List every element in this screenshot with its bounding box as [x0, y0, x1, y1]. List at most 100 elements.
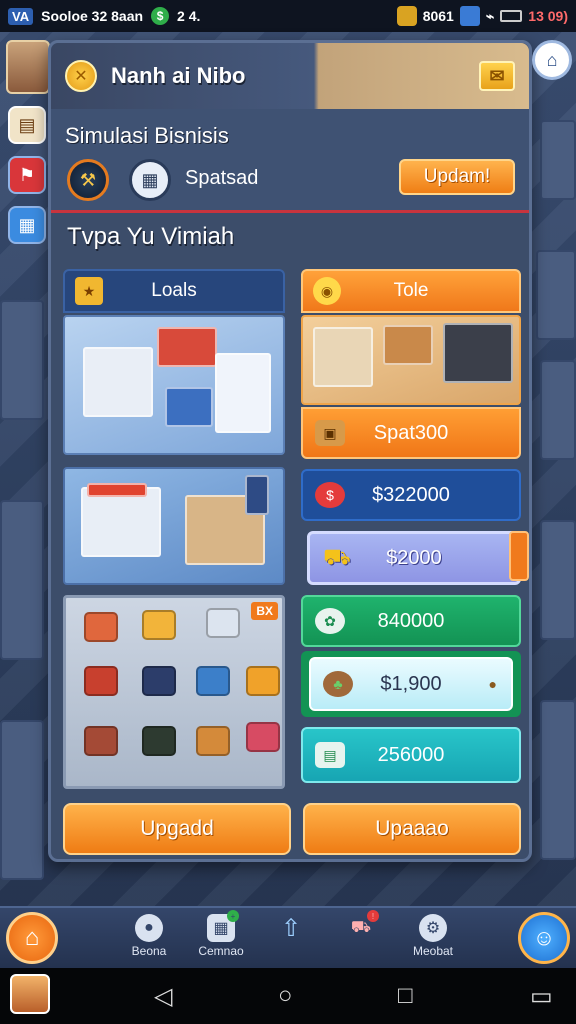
background-building — [540, 520, 576, 640]
market-scene-image[interactable] — [63, 467, 285, 585]
back-icon[interactable]: ◁ — [154, 982, 172, 1011]
store-icon: ▤ — [18, 114, 36, 135]
upgrade-button-left[interactable]: Upgadd — [63, 803, 291, 855]
network-icon — [459, 6, 480, 26]
nav-label: Beona — [131, 944, 167, 958]
price-row-6[interactable]: ▤ 256000 — [301, 727, 521, 783]
battery-icon — [500, 10, 523, 22]
coin-icon: ✕ — [65, 60, 97, 92]
home-shortcut-button[interactable]: ⌂ — [532, 40, 572, 80]
price-value: 840000 — [377, 609, 445, 632]
bag-icon: ● — [488, 676, 497, 692]
bx-badge: BX — [251, 602, 278, 620]
status-counter: 2 4. — [177, 8, 201, 24]
price-value: $322000 — [372, 483, 450, 506]
nav-item-upgrade[interactable]: ⇧ — [256, 914, 326, 944]
billboard — [245, 475, 269, 515]
background-building — [540, 700, 576, 860]
cart-tile[interactable] — [142, 726, 176, 756]
map-side-button[interactable]: ▦ — [8, 206, 46, 244]
status-text: Sooloe 32 8aan — [41, 8, 144, 24]
alert-side-button[interactable]: ⚑ — [8, 156, 46, 194]
tole-label: Tole — [393, 280, 429, 301]
gift-icon: ✿ — [315, 608, 345, 634]
calculator-icon[interactable]: ▦ — [129, 159, 171, 201]
truck-tile[interactable] — [142, 610, 176, 640]
notification-dot: + — [227, 910, 239, 922]
interior-scene-image[interactable] — [301, 315, 521, 405]
player-avatar[interactable] — [6, 40, 50, 94]
nav-item-shop[interactable]: ⛟! — [326, 910, 396, 944]
home-button[interactable]: ⌂ — [6, 912, 58, 964]
store-building — [215, 353, 271, 433]
ticket-icon: $ — [315, 482, 345, 508]
app-icon[interactable] — [10, 974, 50, 1014]
background-building — [536, 250, 576, 340]
flag-icon: ⚑ — [18, 164, 36, 185]
status-bar: VA Sooloe 32 8aan $ 2 4. 8061 ⌁ 13 09) — [0, 0, 576, 32]
shelf-unit — [313, 327, 373, 387]
profile-button[interactable]: ☺ — [518, 912, 570, 964]
background-building — [0, 720, 44, 880]
signal-icon: ⌁ — [485, 7, 495, 24]
recents-icon[interactable]: □ — [398, 982, 413, 1010]
building-icon: ▦ — [18, 214, 36, 235]
nav-label: Cemnao — [198, 944, 244, 958]
tools-icon[interactable]: ⚒ — [67, 159, 109, 201]
price-row-4[interactable]: ✿ 840000 — [301, 595, 521, 647]
update-button[interactable]: Updam! — [399, 159, 515, 195]
shop-tile[interactable] — [84, 666, 118, 696]
arrow-up-icon: ⇧ — [280, 914, 302, 942]
price-value: 256000 — [377, 743, 445, 766]
system-nav-bar: ◁ ○ □ ▭ — [0, 968, 576, 1024]
status-right-text: 8061 — [422, 8, 454, 24]
left-sidebar: ▤ ⚑ ▦ — [6, 40, 50, 244]
counter-unit — [443, 323, 513, 383]
status-alert: 13 09) — [528, 8, 568, 24]
van-tile[interactable] — [142, 666, 176, 696]
store-window — [165, 387, 213, 427]
price-row-1[interactable]: ▣ Spat300 — [301, 407, 521, 459]
price-row-5[interactable]: ♣ $1,900 ● — [309, 657, 513, 711]
store-sign — [157, 327, 217, 367]
tower-tile[interactable] — [246, 722, 280, 752]
calculator-icon: ▦ + — [207, 910, 239, 942]
user-icon: ☺ — [532, 925, 556, 950]
gem-icon — [396, 6, 417, 26]
nav-item-cemnao[interactable]: ▦ + Cemnao — [186, 910, 256, 958]
section-title: Tvpa Yu Vimiah — [67, 223, 235, 250]
gear-icon: ⚙ — [419, 914, 447, 942]
coin-icon: ◉ — [313, 277, 341, 305]
store-tile[interactable] — [206, 608, 240, 638]
shop-tile[interactable] — [84, 612, 118, 642]
mail-button[interactable]: ✉ — [479, 61, 515, 91]
box-icon: ▣ — [315, 420, 345, 446]
shop-side-button[interactable]: ▤ — [8, 106, 46, 144]
kiosk-tile[interactable] — [84, 726, 118, 756]
menu-icon[interactable]: ▭ — [530, 982, 553, 1011]
market-stall — [81, 487, 161, 557]
van-tile[interactable] — [196, 726, 230, 756]
chat-icon: ● — [135, 914, 163, 942]
business-sub-label: Spatsad — [185, 167, 259, 189]
scroll-tab[interactable] — [509, 531, 529, 581]
van-tile[interactable] — [246, 666, 280, 696]
store-scene-image[interactable] — [63, 315, 285, 455]
cart-icon: ⛟ — [323, 543, 351, 569]
price-row-2[interactable]: $ $322000 — [301, 469, 521, 521]
home-circle-icon[interactable]: ○ — [278, 982, 293, 1010]
vehicles-grid[interactable]: BX — [63, 595, 285, 789]
price-row-3[interactable]: ⛟ $2000 — [307, 531, 521, 585]
upgrade-button-right[interactable]: Upaaao — [303, 803, 521, 855]
shelf-unit — [383, 325, 433, 365]
tole-card-header[interactable]: ◉ Tole — [301, 269, 521, 313]
loals-label: Loals — [151, 280, 197, 301]
nav-label: Meobat — [412, 944, 454, 958]
background-building — [540, 120, 576, 200]
panel-header: ✕ Nanh ai Nibo ✉ — [51, 43, 529, 109]
background-building — [540, 360, 576, 460]
nav-item-meobat[interactable]: ⚙ Meobat — [398, 914, 468, 958]
nav-item-beona[interactable]: ● Beona — [114, 914, 184, 958]
loals-card-header[interactable]: ★ Loals — [63, 269, 285, 313]
truck-tile[interactable] — [196, 666, 230, 696]
